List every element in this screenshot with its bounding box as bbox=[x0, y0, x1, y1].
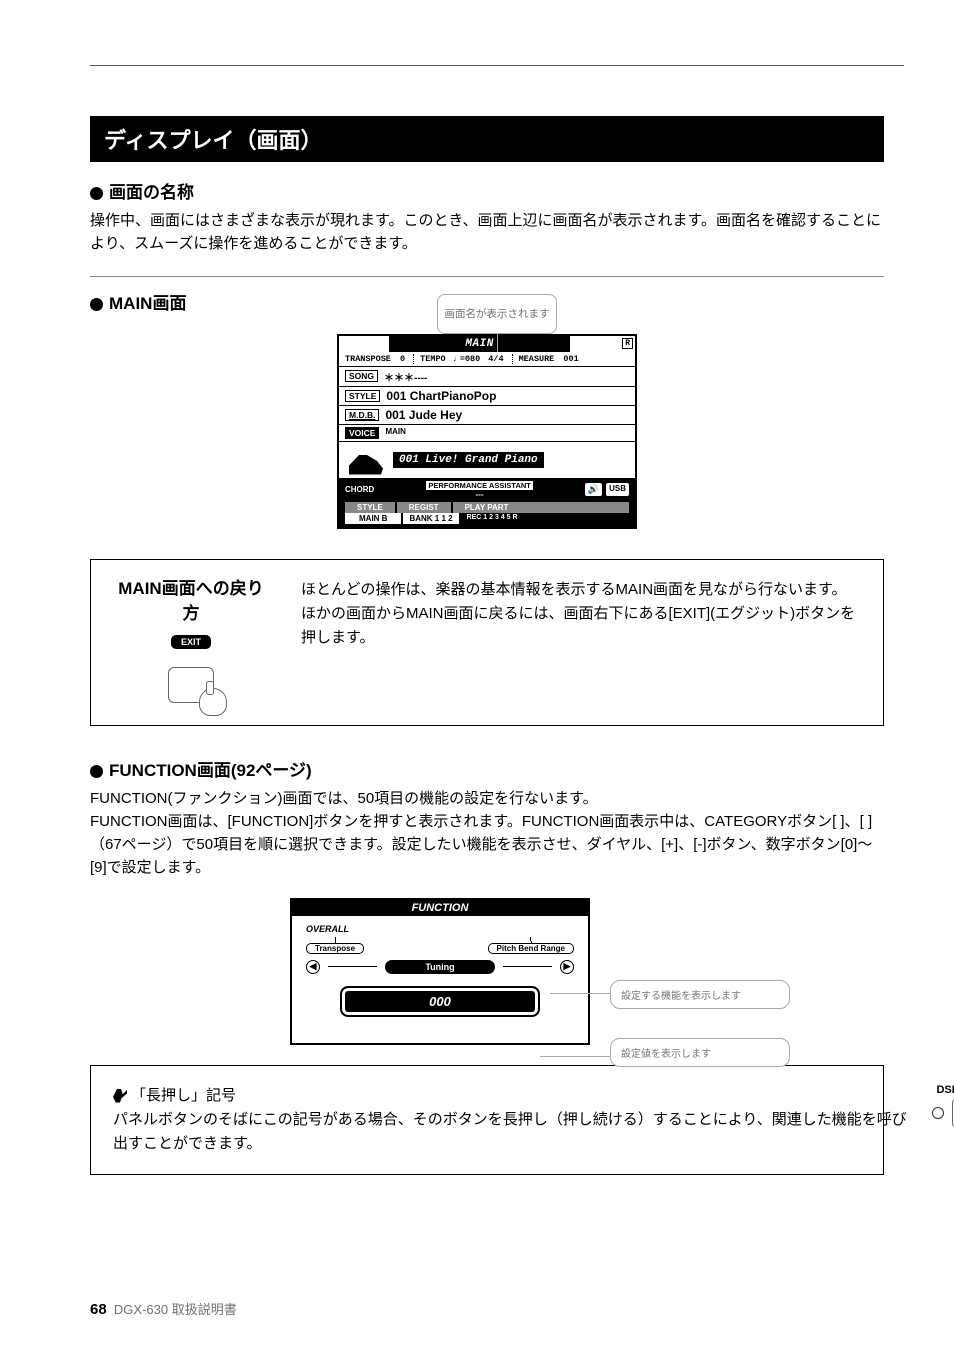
section-black-bar: ディスプレイ（画面） bbox=[90, 116, 884, 162]
lcd-mdb-row: M.D.B. 001 Jude Hey bbox=[339, 405, 635, 424]
function-lcd-figure: FUNCTION OVERALL Transpose Pitch Bend Ra… bbox=[290, 898, 590, 1045]
func-current-item: Tuning bbox=[385, 960, 494, 974]
long-press-icon bbox=[113, 1089, 127, 1103]
exit-button-label: EXIT bbox=[171, 635, 211, 649]
lcd-voice-name-row: 001 Live! Grand Piano bbox=[339, 441, 635, 478]
top-rule bbox=[90, 65, 904, 66]
lcd-voice-row: VOICE MAIN bbox=[339, 424, 635, 441]
function-heading: FUNCTION画面(92ページ) bbox=[90, 756, 884, 781]
bullet-icon bbox=[90, 298, 103, 311]
dsp-onoff-label: DSP ON/OFF bbox=[932, 1084, 954, 1096]
function-lcd: FUNCTION OVERALL Transpose Pitch Bend Ra… bbox=[290, 898, 590, 1045]
page-footer: 68 DGX-630 取扱説明書 bbox=[90, 1299, 237, 1318]
intro-heading: 画面の名称 bbox=[90, 178, 884, 203]
bullet-icon bbox=[90, 765, 103, 778]
piano-icon bbox=[345, 445, 385, 475]
next-arrow-icon: ▶ bbox=[560, 960, 574, 974]
long-press-info: 「長押し」記号 パネルボタンのそばにこの記号がある場合、そのボタンを長押し（押し… bbox=[90, 1065, 884, 1175]
main-lcd-figure: 画面名が表示されます MAIN R TRANSPOSE 0 TEMPO ♩=08… bbox=[337, 334, 637, 529]
exit-box-title: MAIN画面への戻り方 bbox=[111, 574, 271, 624]
intro-title: 画面の名称 bbox=[109, 178, 194, 203]
exit-column: MAIN画面への戻り方 EXIT bbox=[111, 574, 271, 703]
r-indicator: R bbox=[622, 338, 633, 349]
function-body: FUNCTION(ファンクション)画面では、50項目の機能の設定を行ないます。 … bbox=[90, 787, 884, 880]
main-return-text: ほとんどの操作は、楽器の基本情報を表示するMAIN画面を見ながら行ないます。 ほ… bbox=[301, 574, 863, 703]
callout-leader bbox=[497, 334, 498, 352]
main-heading-text: MAIN画面 bbox=[109, 289, 186, 314]
divider bbox=[90, 276, 884, 277]
lcd-bottom-panel: CHORD PERFORMANCE ASSISTANT --- 🔊 USB ST… bbox=[339, 478, 635, 527]
lcd-style-row: STYLE 001 ChartPianoPop bbox=[339, 386, 635, 405]
func-callout-item: 設定する機能を表示します bbox=[610, 980, 790, 1009]
main-lcd: MAIN R TRANSPOSE 0 TEMPO ♩=080 4/4 MEASU… bbox=[337, 334, 637, 529]
function-heading-text: FUNCTION画面(92ページ) bbox=[109, 756, 312, 781]
func-slider-row: Transpose Pitch Bend Range bbox=[306, 937, 574, 954]
func-lcd-title: FUNCTION bbox=[292, 900, 588, 916]
func-callout-value: 設定値を表示します bbox=[610, 1038, 790, 1067]
speaker-icon: 🔊 bbox=[585, 483, 602, 496]
func-value: 000 bbox=[340, 986, 540, 1017]
bullet-icon bbox=[90, 187, 103, 200]
lcd-callout: 画面名が表示されます bbox=[437, 294, 557, 334]
lcd-status-row: TRANSPOSE 0 TEMPO ♩=080 4/4 MEASURE 001 bbox=[339, 352, 635, 366]
dsp-button-figure: DSP ON/OFF DSP TYPE bbox=[932, 1084, 954, 1128]
exit-button[interactable] bbox=[168, 667, 214, 703]
main-return-info: MAIN画面への戻り方 EXIT ほとんどの操作は、楽器の基本情報を表示するMA… bbox=[90, 559, 884, 726]
press-finger-icon bbox=[199, 688, 227, 716]
dsp-led-icon bbox=[932, 1107, 944, 1119]
long-press-text: 「長押し」記号 パネルボタンのそばにこの記号がある場合、そのボタンを長押し（押し… bbox=[113, 1084, 908, 1156]
intro-body: 操作中、画面にはさまざまな表示が現れます。このとき、画面上辺に画面名が表示されま… bbox=[90, 209, 884, 256]
leader-line bbox=[540, 1056, 610, 1057]
usb-icon: USB bbox=[606, 483, 629, 496]
leader-line bbox=[550, 993, 610, 994]
lcd-song-row: SONG ＊＊＊---- bbox=[339, 366, 635, 386]
lcd-title: MAIN bbox=[389, 336, 570, 352]
prev-arrow-icon: ◀ bbox=[306, 960, 320, 974]
func-overall-label: OVERALL bbox=[306, 924, 574, 934]
